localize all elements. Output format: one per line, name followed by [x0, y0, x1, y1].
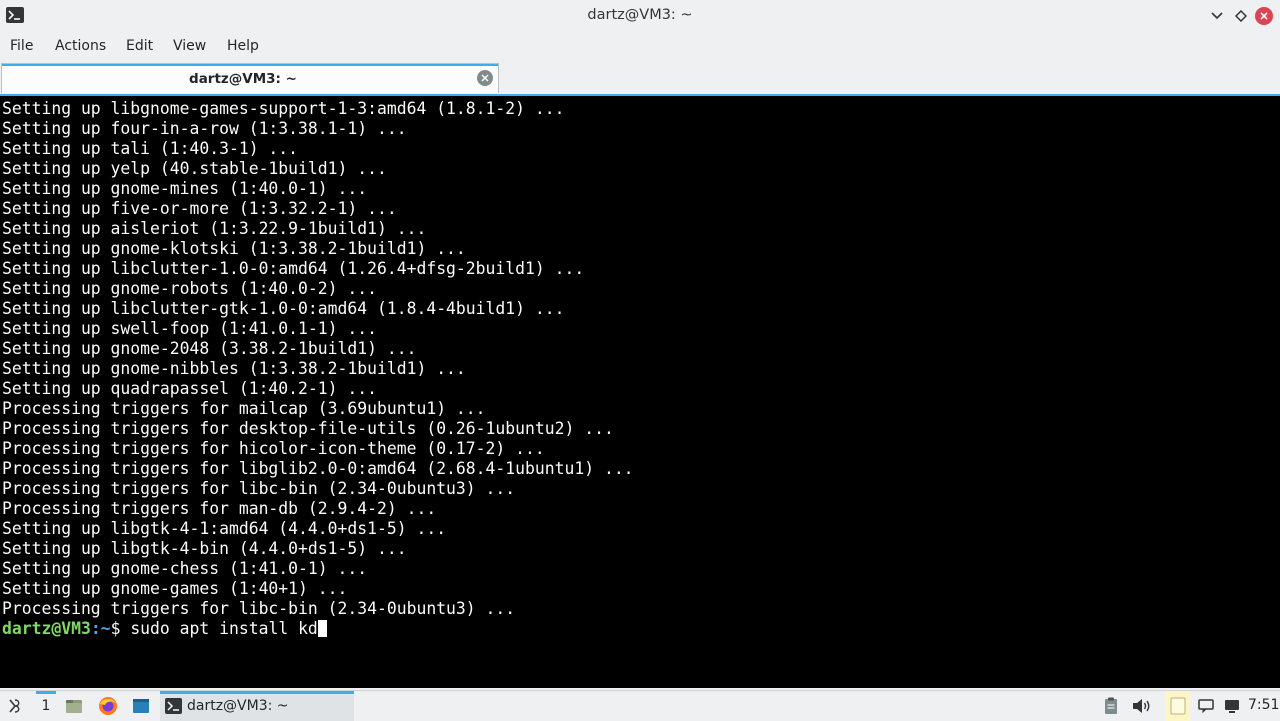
- monitor-icon: [1225, 700, 1239, 713]
- terminal-window: dartz@VM3: ~ File Actions Edit View Help: [0, 0, 1280, 690]
- tab-label: dartz@VM3: ~: [189, 71, 297, 87]
- menu-file[interactable]: File: [10, 38, 33, 54]
- window-title: dartz@VM3: ~: [587, 7, 693, 23]
- terminal-line: Setting up four-in-a-row (1:3.38.1-1) ..…: [2, 119, 407, 138]
- terminal-line: Processing triggers for libc-bin (2.34-0…: [2, 479, 516, 498]
- folder-icon: [66, 700, 82, 713]
- menu-help[interactable]: Help: [227, 38, 259, 54]
- title-bar[interactable]: dartz@VM3: ~: [0, 0, 1280, 32]
- show-desktop-button[interactable]: [129, 691, 153, 721]
- firefox-launcher[interactable]: [96, 691, 120, 721]
- text-cursor: [317, 620, 327, 637]
- terminal-text: Setting up libgnome-games-support-1-3:am…: [2, 99, 634, 639]
- prompt-user: dartz@VM3: [2, 619, 91, 638]
- terminal-prompt-line[interactable]: dartz@VM3:~$ sudo apt install kd: [2, 619, 634, 639]
- menu-edit[interactable]: Edit: [126, 38, 153, 54]
- application-launcher[interactable]: [2, 691, 28, 721]
- clipboard-tray[interactable]: [1102, 691, 1120, 721]
- terminal-line: Processing triggers for libc-bin (2.34-0…: [2, 599, 516, 618]
- terminal-line: Processing triggers for desktop-file-uti…: [2, 419, 614, 438]
- terminal-line: Setting up aisleriot (1:3.22.9-1build1) …: [2, 219, 427, 238]
- terminal-line: Setting up libgtk-4-bin (4.4.0+ds1-5) ..…: [2, 539, 407, 558]
- volume-icon: [1133, 699, 1150, 713]
- power-tray[interactable]: [1222, 691, 1242, 721]
- file-manager-launcher[interactable]: [63, 691, 85, 721]
- prompt-path: :~: [90, 619, 111, 638]
- terminal-line: Setting up libgnome-games-support-1-3:am…: [2, 99, 565, 118]
- command-input[interactable]: sudo apt install kd: [130, 619, 318, 638]
- terminal-line: Setting up gnome-klotski (1:3.38.2-1buil…: [2, 239, 466, 258]
- terminal-line: Processing triggers for man-db (2.9.4-2)…: [2, 499, 437, 518]
- menu-bar: File Actions Edit View Help: [0, 33, 1280, 61]
- tab-active-indicator: [2, 64, 498, 66]
- terminal-line: Setting up gnome-robots (1:40.0-2) ...: [2, 279, 377, 298]
- terminal-line: Setting up gnome-chess (1:41.0-1) ...: [2, 559, 368, 578]
- note-icon: [1170, 697, 1186, 715]
- clock[interactable]: 7:51: [1248, 697, 1279, 713]
- launcher-icon: [9, 699, 20, 713]
- task-terminal[interactable]: dartz@VM3: ~: [160, 691, 354, 721]
- clipboard-icon: [1105, 697, 1117, 714]
- firefox-icon: [99, 697, 117, 715]
- taskbar: 1 dartz@VM3: ~ 7:51: [0, 690, 1280, 721]
- task-label: dartz@VM3: ~: [187, 698, 289, 714]
- tab-bar: dartz@VM3: ~: [0, 62, 1280, 93]
- diamond-icon: [1235, 10, 1247, 22]
- close-icon: [1260, 12, 1268, 20]
- terminal-line: Setting up swell-foop (1:41.0.1-1) ...: [2, 319, 377, 338]
- maximize-button[interactable]: [1232, 7, 1250, 25]
- tab-terminal[interactable]: dartz@VM3: ~: [1, 63, 499, 93]
- terminal-line: Setting up tali (1:40.3-1) ...: [2, 139, 299, 158]
- terminal-line: Setting up quadrapassel (1:40.2-1) ...: [2, 379, 377, 398]
- terminal-line: Setting up yelp (40.stable-1build1) ...: [2, 159, 387, 178]
- notifications-tray[interactable]: [1196, 691, 1216, 721]
- message-icon: [1198, 699, 1214, 713]
- menu-view[interactable]: View: [173, 38, 206, 54]
- terminal-icon: [165, 698, 182, 714]
- terminal-line: Setting up libgtk-4-1:amd64 (4.4.0+ds1-5…: [2, 519, 447, 538]
- close-window-button[interactable]: [1255, 7, 1273, 25]
- terminal-line: Setting up libclutter-gtk-1.0-0:amd64 (1…: [2, 299, 565, 318]
- terminal-line: Setting up gnome-mines (1:40.0-1) ...: [2, 179, 368, 198]
- volume-tray[interactable]: [1130, 691, 1152, 721]
- desktop-icon: [133, 699, 149, 713]
- tab-close-button[interactable]: [477, 70, 493, 86]
- terminal-line: Setting up gnome-nibbles (1:3.38.2-1buil…: [2, 359, 466, 378]
- terminal-line: Setting up gnome-2048 (3.38.2-1build1) .…: [2, 339, 417, 358]
- terminal-line: Processing triggers for hicolor-icon-the…: [2, 439, 545, 458]
- menu-actions[interactable]: Actions: [55, 38, 106, 54]
- terminal-line: Setting up gnome-games (1:40+1) ...: [2, 579, 348, 598]
- prompt-symbol: $: [110, 619, 131, 638]
- task-active-indicator: [160, 691, 354, 694]
- minimize-button[interactable]: [1208, 7, 1226, 25]
- chevron-down-icon: [1211, 12, 1223, 20]
- terminal-line: Processing triggers for libglib2.0-0:amd…: [2, 459, 634, 478]
- terminal-line: Processing triggers for mailcap (3.69ubu…: [2, 399, 486, 418]
- terminal-line: Setting up five-or-more (1:3.32.2-1) ...: [2, 199, 397, 218]
- notes-tray[interactable]: [1166, 691, 1190, 721]
- close-icon: [481, 74, 489, 82]
- desktop-pager[interactable]: 1: [36, 691, 56, 721]
- terminal-line: Setting up libclutter-1.0-0:amd64 (1.26.…: [2, 259, 585, 278]
- terminal-output[interactable]: Setting up libgnome-games-support-1-3:am…: [0, 94, 1280, 688]
